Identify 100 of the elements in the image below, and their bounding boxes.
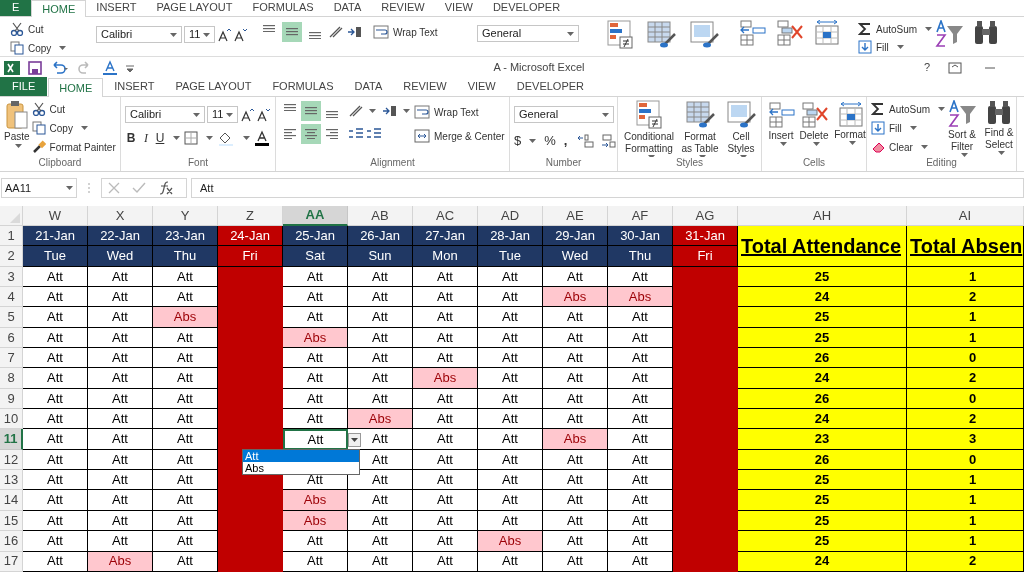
number-format-field[interactable]: General [477, 25, 579, 42]
align-middle-button[interactable] [282, 22, 302, 42]
find-select-button[interactable]: Find & Select [981, 100, 1016, 157]
binoculars-icon[interactable] [972, 20, 1000, 45]
merge-center-button[interactable]: Merge & Center [414, 127, 509, 145]
caret-icon[interactable] [15, 144, 23, 148]
sigma-icon[interactable] [858, 22, 872, 36]
eraser-icon[interactable] [871, 140, 885, 154]
drag-handle-icon[interactable] [87, 182, 91, 194]
text-orientation-icon[interactable] [348, 104, 364, 118]
ribbon-tab[interactable]: DATA [344, 77, 393, 96]
caret-icon[interactable] [206, 136, 213, 140]
name-box[interactable]: AA11 [1, 178, 77, 198]
clear-button[interactable]: Clear [871, 138, 945, 156]
currency-button[interactable]: $ [514, 131, 522, 151]
indent-icon[interactable] [348, 127, 382, 141]
caret-icon[interactable] [80, 126, 88, 130]
decrease-decimal-icon[interactable] [599, 133, 617, 148]
grow-font-icon[interactable] [217, 27, 231, 42]
number-format-field[interactable]: General [514, 106, 614, 123]
caret-icon[interactable] [896, 45, 904, 49]
wrap-text-icon[interactable] [414, 105, 430, 119]
font-color-icon[interactable] [254, 130, 270, 146]
fill-down-icon[interactable] [858, 40, 872, 54]
dropdown-arrow-button[interactable] [348, 433, 361, 447]
caret-icon[interactable] [997, 151, 1005, 155]
column-header[interactable]: X [88, 206, 153, 226]
align-center-button[interactable] [301, 124, 321, 144]
insert-function-icon[interactable] [158, 181, 174, 195]
row-header[interactable]: 6 [0, 327, 23, 349]
fill-button[interactable]: Fill [871, 119, 945, 137]
font-name-field[interactable]: Calibri [96, 26, 182, 43]
format-cells-icon[interactable] [836, 102, 864, 127]
paintbrush-icon[interactable] [31, 140, 46, 154]
format-cells-icon[interactable] [813, 20, 840, 45]
column-header[interactable]: AH [738, 206, 907, 226]
grow-font-icon[interactable] [240, 107, 254, 122]
column-header[interactable]: AG [673, 206, 738, 226]
caret-icon[interactable] [243, 136, 250, 140]
ribbon-tab[interactable]: FORMULAS [242, 0, 324, 16]
fill-button[interactable]: Fill [858, 38, 928, 56]
autosum-button[interactable]: AutoSum [858, 20, 928, 38]
format-painter-button[interactable]: Format Painter [31, 138, 116, 156]
column-header[interactable]: AF [608, 206, 673, 226]
italic-button[interactable]: I [141, 129, 151, 147]
ribbon-tab[interactable]: REVIEW [393, 77, 457, 96]
ribbon-tab[interactable]: FORMULAS [262, 77, 344, 96]
caret-icon[interactable] [403, 109, 410, 113]
sigma-icon[interactable] [871, 102, 885, 116]
column-header[interactable]: AA [283, 206, 348, 226]
font-name-field[interactable]: Calibri [125, 106, 205, 123]
caret-icon[interactable] [369, 109, 376, 113]
delete-cells-icon[interactable] [776, 20, 803, 46]
ribbon-tab[interactable]: HOME [48, 78, 104, 97]
autosum-button[interactable]: AutoSum [871, 100, 945, 118]
insert-cells-icon[interactable] [767, 102, 795, 128]
sort-filter-icon[interactable] [934, 20, 964, 47]
copy-button[interactable]: Copy [31, 119, 116, 137]
row-header[interactable]: 10 [0, 409, 23, 430]
ribbon-tab[interactable]: DATA [323, 0, 372, 16]
row-header[interactable]: 7 [0, 348, 23, 369]
undo-icon[interactable] [50, 60, 68, 75]
row-header[interactable]: 4 [0, 287, 23, 308]
insert-cells-icon[interactable] [739, 20, 766, 46]
merge-cells-icon[interactable] [414, 129, 430, 143]
percent-button[interactable]: % [544, 131, 556, 151]
format-cells-button[interactable]: Format [832, 102, 866, 145]
ribbon-tab[interactable]: PAGE LAYOUT [146, 0, 243, 16]
caret-icon[interactable] [812, 142, 820, 146]
dropdown-option[interactable]: Att [243, 450, 359, 462]
row-header[interactable]: 8 [0, 368, 23, 389]
scissors-icon[interactable] [10, 22, 24, 36]
fill-down-icon[interactable] [871, 121, 885, 135]
wrap-text-icon[interactable] [373, 25, 389, 39]
shrink-font-icon[interactable] [256, 107, 270, 122]
sort-filter-button[interactable]: Sort & Filter [945, 100, 979, 157]
underline-button[interactable]: U [155, 129, 165, 147]
spreadsheet-app-icon[interactable] [4, 59, 20, 76]
font-size-field[interactable]: 11 [184, 26, 215, 43]
row-header[interactable]: 5 [0, 307, 23, 328]
bold-button[interactable]: B [125, 129, 137, 147]
row-header[interactable]: 15 [0, 510, 23, 532]
ribbon-tab[interactable]: INSERT [104, 77, 165, 96]
conditional-formatting-button[interactable]: Conditional Formatting [622, 100, 676, 157]
sort-filter-icon[interactable] [947, 100, 977, 127]
dropdown-list[interactable]: Att Abs [242, 449, 360, 475]
cell-styles-icon[interactable] [726, 100, 756, 129]
cell-styles-icon[interactable] [690, 20, 719, 49]
row-header[interactable]: 14 [0, 490, 23, 511]
cell-styles-button[interactable]: Cell Styles [724, 100, 758, 157]
row-header[interactable]: 16 [0, 531, 23, 552]
column-header[interactable]: AD [478, 206, 543, 226]
binoculars-icon[interactable] [985, 100, 1013, 125]
column-header[interactable]: AC [413, 206, 478, 226]
column-header[interactable]: AE [543, 206, 608, 226]
column-header[interactable]: Y [153, 206, 218, 226]
format-as-table-button[interactable]: Format as Table [678, 100, 722, 157]
clipboard-icon[interactable] [5, 100, 28, 129]
delete-cells-button[interactable]: Delete [798, 102, 830, 146]
column-header[interactable]: AI [907, 206, 1024, 226]
